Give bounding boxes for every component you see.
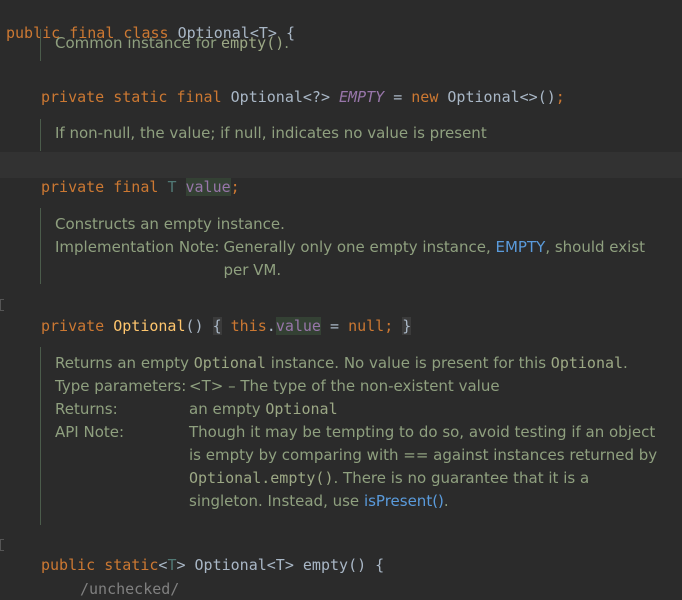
javadoc-constructor[interactable]: Constructs an empty instance. Implementa… bbox=[40, 208, 645, 284]
doc-returns-row: Returns: an empty Optional bbox=[55, 398, 669, 421]
field-ref-value[interactable]: value bbox=[275, 317, 321, 335]
assign-op: = bbox=[320, 317, 349, 335]
doc-impl-note-text: Generally only one empty instance, EMPTY… bbox=[223, 238, 646, 279]
value-field-line[interactable]: private final T value; bbox=[41, 154, 240, 198]
field-type-t[interactable]: T bbox=[167, 178, 176, 196]
fold-marker[interactable] bbox=[0, 539, 4, 551]
doc-api-note-row: API Note: Though it may be tempting to d… bbox=[55, 421, 669, 513]
open-brace: { bbox=[212, 317, 222, 335]
keyword-private: private bbox=[41, 317, 105, 335]
keyword-null: null bbox=[348, 317, 385, 335]
keyword-private: private bbox=[41, 178, 105, 196]
doc-text-end: . bbox=[284, 34, 290, 52]
field-type[interactable]: Optional<?> bbox=[231, 88, 330, 106]
semicolon: ; bbox=[384, 317, 394, 335]
doc-impl-note-row: Implementation Note: Generally only one … bbox=[55, 236, 645, 282]
method-name-empty[interactable]: empty bbox=[303, 556, 348, 574]
doc-returns-text: an empty Optional bbox=[189, 400, 338, 418]
javadoc-empty-field[interactable]: Common instance for empty(). bbox=[40, 29, 289, 61]
doc-api-note-text: Though it may be tempting to do so, avoi… bbox=[189, 423, 658, 510]
doc-code-optional: Optional bbox=[265, 400, 338, 418]
doc-type-params-text: <T> – The type of the non-existent value bbox=[189, 377, 500, 395]
field-name-empty[interactable]: EMPTY bbox=[339, 88, 384, 106]
field-initializer[interactable]: Optional<>() bbox=[447, 88, 555, 106]
empty-field-line[interactable]: private static final Optional<?> EMPTY =… bbox=[41, 64, 565, 108]
cutoff-annotation-line[interactable]: /unchecked/ bbox=[80, 556, 179, 600]
doc-impl-note-label: Implementation Note: bbox=[55, 238, 220, 256]
keyword-final: final bbox=[176, 88, 222, 106]
doc-returns-label: Returns: bbox=[55, 400, 118, 418]
semicolon: ; bbox=[555, 88, 565, 106]
semicolon: ; bbox=[230, 178, 240, 196]
keyword-final: final bbox=[113, 178, 159, 196]
keyword-new: new bbox=[411, 88, 439, 106]
doc-code-optional: Optional bbox=[550, 354, 624, 372]
method-signature-rest: () { bbox=[348, 556, 385, 574]
fold-marker[interactable] bbox=[0, 299, 4, 311]
doc-line: Constructs an empty instance. bbox=[55, 215, 285, 233]
doc-summary: Returns an empty Optional instance. No v… bbox=[55, 354, 628, 372]
javadoc-value-field[interactable]: If non-null, the value; if null, indicat… bbox=[40, 119, 487, 151]
doc-code-empty: empty() bbox=[221, 34, 285, 52]
doc-text: Common instance for bbox=[55, 34, 222, 52]
constructor-line[interactable]: private Optional() { this.value = null; … bbox=[41, 293, 412, 337]
return-type[interactable]: Optional<T> bbox=[195, 556, 294, 574]
doc-type-params-label: Type parameters: bbox=[55, 377, 187, 395]
field-name-value[interactable]: value bbox=[185, 178, 231, 196]
doc-type-params-row: Type parameters: <T> – The type of the n… bbox=[55, 375, 669, 398]
close-brace: } bbox=[402, 317, 412, 335]
constructor-name[interactable]: Optional bbox=[113, 317, 185, 335]
javadoc-empty-method[interactable]: Returns an empty Optional instance. No v… bbox=[40, 347, 669, 525]
doc-api-note-label: API Note: bbox=[55, 423, 125, 441]
constructor-parens: () bbox=[185, 317, 204, 335]
assign-op: = bbox=[384, 88, 412, 106]
keyword-this: this bbox=[230, 317, 267, 335]
annotation-text: /unchecked/ bbox=[80, 580, 180, 598]
doc-code-optional: Optional bbox=[193, 354, 266, 372]
keyword-private: private bbox=[41, 88, 105, 106]
doc-link-ispresent[interactable]: isPresent() bbox=[364, 492, 444, 510]
dot: . bbox=[266, 317, 276, 335]
doc-code-optional-empty: Optional.empty() bbox=[189, 469, 334, 487]
doc-link-empty[interactable]: EMPTY bbox=[496, 238, 546, 256]
doc-text: If non-null, the value; if null, indicat… bbox=[55, 124, 487, 142]
keyword-static: static bbox=[113, 88, 168, 106]
